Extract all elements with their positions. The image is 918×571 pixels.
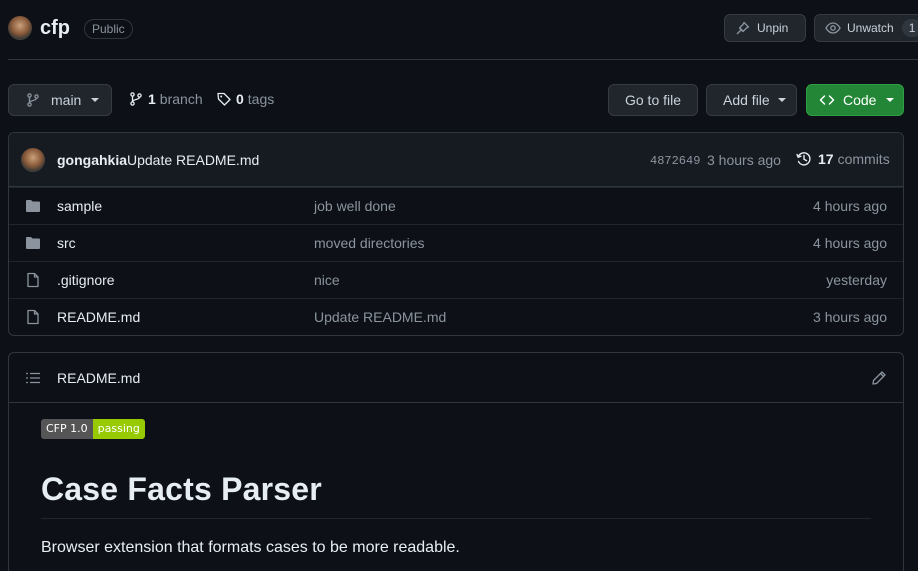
add-file-label: Add file bbox=[723, 92, 770, 108]
go-to-file-label: Go to file bbox=[624, 92, 682, 108]
pin-icon bbox=[735, 20, 751, 36]
code-label: Code bbox=[843, 92, 877, 108]
folder-icon bbox=[25, 198, 41, 214]
tag-icon bbox=[216, 91, 232, 107]
file-name[interactable]: .gitignore bbox=[57, 272, 115, 288]
commit-count: 17 bbox=[818, 151, 834, 167]
latest-commit-bar: gongahkia Update README.md 4872649 3 hou… bbox=[9, 133, 903, 187]
pencil-icon[interactable] bbox=[871, 370, 887, 386]
file-age: 3 hours ago bbox=[813, 309, 887, 325]
commit-count-word: commits bbox=[837, 151, 890, 167]
file-row[interactable]: README.md Update README.md 3 hours ago bbox=[9, 298, 903, 335]
badge-status: passing bbox=[92, 419, 145, 439]
add-file-button[interactable]: Add file bbox=[706, 84, 797, 116]
commits-history-link[interactable]: 17 commits bbox=[796, 151, 890, 167]
branch-select-button[interactable]: main bbox=[8, 84, 112, 116]
code-button[interactable]: Code bbox=[806, 84, 904, 116]
file-row[interactable]: src moved directories 4 hours ago bbox=[9, 224, 903, 261]
file-browser: gongahkia Update README.md 4872649 3 hou… bbox=[8, 132, 904, 336]
file-name[interactable]: src bbox=[57, 235, 76, 251]
eye-icon bbox=[825, 20, 841, 36]
clock-history-icon bbox=[796, 151, 812, 167]
visibility-badge: Public bbox=[84, 19, 133, 39]
file-row[interactable]: sample job well done 4 hours ago bbox=[9, 187, 903, 224]
commit-sha[interactable]: 4872649 bbox=[650, 154, 700, 168]
file-row[interactable]: .gitignore nice yesterday bbox=[9, 261, 903, 298]
file-age: yesterday bbox=[826, 272, 887, 288]
repo-name[interactable]: cfp bbox=[40, 17, 70, 40]
file-name[interactable]: sample bbox=[57, 198, 102, 214]
chevron-down-icon bbox=[777, 98, 786, 102]
badge-label: CFP 1.0 bbox=[41, 419, 93, 439]
file-name[interactable]: README.md bbox=[57, 309, 140, 325]
list-icon[interactable] bbox=[25, 370, 41, 386]
branch-name: main bbox=[51, 92, 82, 108]
folder-icon bbox=[25, 235, 41, 251]
file-commit-message[interactable]: job well done bbox=[314, 198, 396, 214]
repo-header: cfp Public Unpin Unwatch 1 bbox=[8, 14, 918, 44]
file-age: 4 hours ago bbox=[813, 235, 887, 251]
file-icon bbox=[25, 272, 41, 288]
header-divider bbox=[8, 59, 918, 60]
tag-word: tags bbox=[247, 91, 275, 107]
branch-count: 1 bbox=[148, 91, 156, 107]
file-commit-message[interactable]: nice bbox=[314, 272, 340, 288]
readme-heading: Case Facts Parser bbox=[41, 471, 322, 507]
commit-time: 3 hours ago bbox=[707, 152, 781, 168]
tags-link[interactable]: 0 tags bbox=[216, 91, 274, 107]
heading-rule bbox=[41, 518, 871, 519]
commit-author-avatar[interactable] bbox=[21, 148, 45, 172]
build-status-badge[interactable]: CFP 1.0 passing bbox=[41, 419, 145, 439]
file-icon bbox=[25, 309, 41, 325]
unwatch-button[interactable]: Unwatch 1 bbox=[814, 14, 918, 42]
git-branch-icon bbox=[25, 92, 41, 108]
commit-message[interactable]: Update README.md bbox=[127, 152, 259, 168]
watch-count: 1 bbox=[901, 19, 918, 37]
unpin-label: Unpin bbox=[757, 21, 789, 35]
chevron-down-icon bbox=[886, 98, 895, 102]
branch-word: branch bbox=[159, 91, 203, 107]
readme-header: README.md bbox=[9, 353, 903, 403]
tag-count: 0 bbox=[236, 91, 244, 107]
file-commit-message[interactable]: moved directories bbox=[314, 235, 425, 251]
git-branch-icon bbox=[128, 91, 144, 107]
file-commit-message[interactable]: Update README.md bbox=[314, 309, 446, 325]
owner-avatar[interactable] bbox=[8, 16, 32, 40]
branches-link[interactable]: 1 branch bbox=[128, 91, 203, 107]
unwatch-label: Unwatch bbox=[847, 21, 894, 35]
readme-panel: README.md CFP 1.0 passing Case Facts Par… bbox=[8, 352, 904, 571]
readme-description: Browser extension that formats cases to … bbox=[41, 539, 460, 556]
unpin-button[interactable]: Unpin bbox=[724, 14, 806, 42]
code-icon bbox=[819, 92, 835, 108]
file-age: 4 hours ago bbox=[813, 198, 887, 214]
readme-filename[interactable]: README.md bbox=[57, 370, 140, 386]
go-to-file-button[interactable]: Go to file bbox=[608, 84, 698, 116]
commit-author[interactable]: gongahkia bbox=[57, 152, 127, 168]
chevron-down-icon bbox=[91, 98, 100, 102]
